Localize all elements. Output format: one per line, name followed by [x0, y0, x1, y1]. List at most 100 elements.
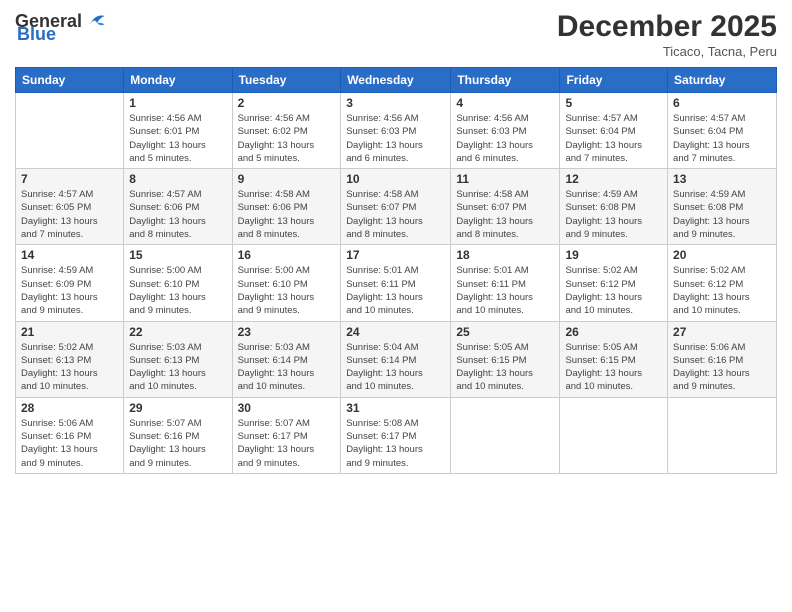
calendar-week-row: 1 Sunrise: 4:56 AM Sunset: 6:01 PM Daylig… [16, 93, 777, 169]
day-info: Sunrise: 4:56 AM Sunset: 6:01 PM Dayligh… [129, 112, 226, 165]
day-number: 26 [565, 325, 662, 339]
weekday-header: Sunday [16, 68, 124, 93]
day-number: 23 [238, 325, 336, 339]
day-info: Sunrise: 5:02 AM Sunset: 6:13 PM Dayligh… [21, 341, 118, 394]
day-number: 10 [346, 172, 445, 186]
day-info: Sunrise: 5:00 AM Sunset: 6:10 PM Dayligh… [238, 264, 336, 317]
calendar-cell: 28 Sunrise: 5:06 AM Sunset: 6:16 PM Dayli… [16, 397, 124, 473]
calendar-cell: 12 Sunrise: 4:59 AM Sunset: 6:08 PM Dayli… [560, 169, 668, 245]
weekday-header: Saturday [668, 68, 777, 93]
day-number: 1 [129, 96, 226, 110]
calendar-cell: 7 Sunrise: 4:57 AM Sunset: 6:05 PM Daylig… [16, 169, 124, 245]
day-info: Sunrise: 5:02 AM Sunset: 6:12 PM Dayligh… [565, 264, 662, 317]
day-number: 21 [21, 325, 118, 339]
day-number: 20 [673, 248, 771, 262]
day-info: Sunrise: 4:56 AM Sunset: 6:03 PM Dayligh… [346, 112, 445, 165]
calendar-cell: 29 Sunrise: 5:07 AM Sunset: 6:16 PM Dayli… [124, 397, 232, 473]
day-number: 8 [129, 172, 226, 186]
calendar-cell [451, 397, 560, 473]
day-info: Sunrise: 5:03 AM Sunset: 6:14 PM Dayligh… [238, 341, 336, 394]
calendar-cell: 24 Sunrise: 5:04 AM Sunset: 6:14 PM Dayli… [341, 321, 451, 397]
day-number: 6 [673, 96, 771, 110]
day-info: Sunrise: 4:56 AM Sunset: 6:02 PM Dayligh… [238, 112, 336, 165]
day-info: Sunrise: 5:08 AM Sunset: 6:17 PM Dayligh… [346, 417, 445, 470]
calendar-cell [668, 397, 777, 473]
calendar-cell: 26Sunrise: 5:05 AM Sunset: 6:15 PM Dayli… [560, 321, 668, 397]
month-title: December 2025 [557, 10, 777, 44]
calendar-cell: 16 Sunrise: 5:00 AM Sunset: 6:10 PM Dayli… [232, 245, 341, 321]
calendar-cell: 22Sunrise: 5:03 AM Sunset: 6:13 PM Dayli… [124, 321, 232, 397]
calendar-cell [560, 397, 668, 473]
day-number: 16 [238, 248, 336, 262]
calendar-cell: 23 Sunrise: 5:03 AM Sunset: 6:14 PM Dayli… [232, 321, 341, 397]
day-info: Sunrise: 5:05 AM Sunset: 6:15 PM Dayligh… [456, 341, 554, 394]
logo-bird-icon [84, 10, 106, 32]
calendar-week-row: 14Sunrise: 4:59 AM Sunset: 6:09 PM Dayli… [16, 245, 777, 321]
day-number: 13 [673, 172, 771, 186]
day-number: 25 [456, 325, 554, 339]
day-number: 24 [346, 325, 445, 339]
location: Ticaco, Tacna, Peru [557, 44, 777, 59]
day-info: Sunrise: 5:02 AM Sunset: 6:12 PM Dayligh… [673, 264, 771, 317]
calendar-cell: 21 Sunrise: 5:02 AM Sunset: 6:13 PM Dayli… [16, 321, 124, 397]
day-number: 11 [456, 172, 554, 186]
calendar-week-row: 21 Sunrise: 5:02 AM Sunset: 6:13 PM Dayli… [16, 321, 777, 397]
calendar-cell: 2 Sunrise: 4:56 AM Sunset: 6:02 PM Daylig… [232, 93, 341, 169]
day-info: Sunrise: 5:07 AM Sunset: 6:17 PM Dayligh… [238, 417, 336, 470]
day-number: 7 [21, 172, 118, 186]
day-number: 4 [456, 96, 554, 110]
day-info: Sunrise: 4:57 AM Sunset: 6:05 PM Dayligh… [21, 188, 118, 241]
day-number: 29 [129, 401, 226, 415]
calendar-cell: 31Sunrise: 5:08 AM Sunset: 6:17 PM Dayli… [341, 397, 451, 473]
day-number: 3 [346, 96, 445, 110]
day-number: 9 [238, 172, 336, 186]
day-info: Sunrise: 5:07 AM Sunset: 6:16 PM Dayligh… [129, 417, 226, 470]
calendar-cell: 13 Sunrise: 4:59 AM Sunset: 6:08 PM Dayli… [668, 169, 777, 245]
title-block: December 2025 Ticaco, Tacna, Peru [557, 10, 777, 59]
day-info: Sunrise: 5:01 AM Sunset: 6:11 PM Dayligh… [346, 264, 445, 317]
calendar-week-row: 7 Sunrise: 4:57 AM Sunset: 6:05 PM Daylig… [16, 169, 777, 245]
day-info: Sunrise: 4:58 AM Sunset: 6:07 PM Dayligh… [346, 188, 445, 241]
day-number: 28 [21, 401, 118, 415]
logo: General Blue [15, 10, 106, 45]
day-number: 27 [673, 325, 771, 339]
calendar-table: SundayMondayTuesdayWednesdayThursdayFrid… [15, 67, 777, 474]
weekday-header: Thursday [451, 68, 560, 93]
header: General Blue December 2025 Ticaco, Tacna… [15, 10, 777, 59]
day-info: Sunrise: 4:57 AM Sunset: 6:06 PM Dayligh… [129, 188, 226, 241]
calendar-cell: 3 Sunrise: 4:56 AM Sunset: 6:03 PM Daylig… [341, 93, 451, 169]
calendar-week-row: 28 Sunrise: 5:06 AM Sunset: 6:16 PM Dayli… [16, 397, 777, 473]
day-info: Sunrise: 5:06 AM Sunset: 6:16 PM Dayligh… [673, 341, 771, 394]
calendar-cell: 4Sunrise: 4:56 AM Sunset: 6:03 PM Daylig… [451, 93, 560, 169]
day-info: Sunrise: 4:57 AM Sunset: 6:04 PM Dayligh… [565, 112, 662, 165]
calendar-cell: 1 Sunrise: 4:56 AM Sunset: 6:01 PM Daylig… [124, 93, 232, 169]
calendar-cell: 19 Sunrise: 5:02 AM Sunset: 6:12 PM Dayli… [560, 245, 668, 321]
day-number: 2 [238, 96, 336, 110]
weekday-header: Tuesday [232, 68, 341, 93]
calendar-cell: 20 Sunrise: 5:02 AM Sunset: 6:12 PM Dayli… [668, 245, 777, 321]
calendar-cell: 9 Sunrise: 4:58 AM Sunset: 6:06 PM Daylig… [232, 169, 341, 245]
calendar-cell: 6 Sunrise: 4:57 AM Sunset: 6:04 PM Daylig… [668, 93, 777, 169]
day-info: Sunrise: 4:59 AM Sunset: 6:09 PM Dayligh… [21, 264, 118, 317]
day-number: 18 [456, 248, 554, 262]
calendar-cell: 15Sunrise: 5:00 AM Sunset: 6:10 PM Dayli… [124, 245, 232, 321]
day-info: Sunrise: 5:06 AM Sunset: 6:16 PM Dayligh… [21, 417, 118, 470]
calendar-cell: 30Sunrise: 5:07 AM Sunset: 6:17 PM Dayli… [232, 397, 341, 473]
page: General Blue December 2025 Ticaco, Tacna… [0, 0, 792, 612]
calendar-cell: 8 Sunrise: 4:57 AM Sunset: 6:06 PM Daylig… [124, 169, 232, 245]
day-info: Sunrise: 5:03 AM Sunset: 6:13 PM Dayligh… [129, 341, 226, 394]
day-number: 15 [129, 248, 226, 262]
day-number: 5 [565, 96, 662, 110]
day-number: 19 [565, 248, 662, 262]
day-number: 12 [565, 172, 662, 186]
day-info: Sunrise: 5:04 AM Sunset: 6:14 PM Dayligh… [346, 341, 445, 394]
day-info: Sunrise: 4:57 AM Sunset: 6:04 PM Dayligh… [673, 112, 771, 165]
day-info: Sunrise: 5:01 AM Sunset: 6:11 PM Dayligh… [456, 264, 554, 317]
day-number: 17 [346, 248, 445, 262]
day-info: Sunrise: 4:58 AM Sunset: 6:06 PM Dayligh… [238, 188, 336, 241]
calendar-cell: 11Sunrise: 4:58 AM Sunset: 6:07 PM Dayli… [451, 169, 560, 245]
calendar-cell: 17 Sunrise: 5:01 AM Sunset: 6:11 PM Dayli… [341, 245, 451, 321]
day-info: Sunrise: 4:59 AM Sunset: 6:08 PM Dayligh… [565, 188, 662, 241]
day-info: Sunrise: 4:59 AM Sunset: 6:08 PM Dayligh… [673, 188, 771, 241]
calendar-cell: 27 Sunrise: 5:06 AM Sunset: 6:16 PM Dayli… [668, 321, 777, 397]
